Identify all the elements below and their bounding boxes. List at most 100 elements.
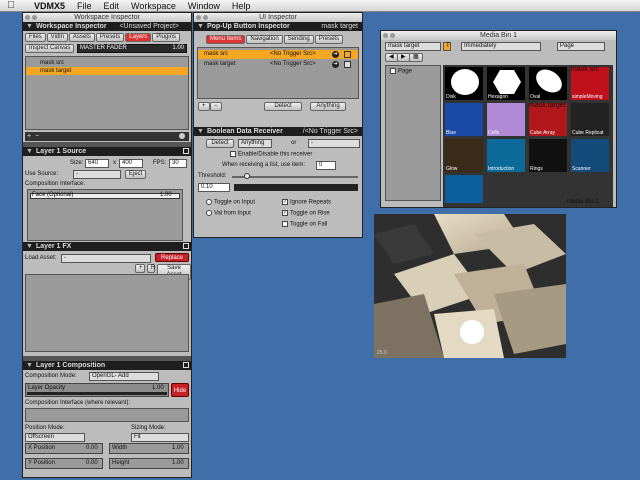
gear-icon[interactable] [179, 133, 185, 139]
height-field[interactable]: 400 [119, 159, 143, 168]
width-slider[interactable]: Width 1.00 [109, 443, 189, 454]
collapse-arrow-icon[interactable]: ▼ [26, 362, 33, 369]
enable-receiver-checkbox[interactable]: Enable/Disable this receiver [230, 151, 312, 159]
detect-button[interactable]: Detect [206, 139, 234, 148]
anything-select[interactable]: Anything [310, 102, 346, 111]
replace-button[interactable]: Replace [155, 253, 189, 262]
minimize-icon[interactable] [390, 33, 395, 38]
window-detach-icon[interactable] [183, 243, 189, 249]
height-slider[interactable]: Height 1.00 [109, 458, 189, 469]
collapse-arrow-icon[interactable]: ▼ [197, 128, 204, 135]
checkbox-icon[interactable] [344, 51, 351, 58]
composition-interface-label: Composition Interface (where relevant): [25, 400, 131, 406]
threshold-field[interactable]: 0.10 [198, 183, 230, 192]
reset-fx-icon[interactable]: R [147, 264, 155, 273]
tab-files[interactable]: Files [25, 33, 46, 42]
remove-item-icon[interactable]: − [210, 102, 222, 111]
tab-layers[interactable]: Layers [125, 33, 152, 42]
media-thumbnail[interactable]: Cube Replicat [570, 102, 610, 137]
menu-edit[interactable]: Edit [104, 1, 120, 11]
menu-workspace[interactable]: Workspace [131, 1, 176, 11]
menu-app[interactable]: VDMX5 [34, 1, 65, 11]
ignore-repeats-checkbox[interactable]: ✓ Ignore Repeats [282, 199, 331, 207]
media-thumbnail[interactable]: Disk [444, 66, 484, 101]
media-thumbnail[interactable]: Introduction [486, 138, 526, 173]
layer-opacity-slider[interactable]: Layer Opacity 1.00 [25, 383, 169, 397]
add-layer-icon[interactable]: + [27, 132, 31, 141]
val-from-input-radio[interactable]: Val from Input [206, 210, 251, 218]
minimize-icon[interactable] [203, 15, 208, 20]
media-thumbnail[interactable]: Glow [444, 138, 484, 173]
composition-mode-select[interactable]: OpenGL- Add [89, 372, 159, 381]
fps-field[interactable]: 30 [169, 159, 187, 168]
media-thumbnail[interactable]: Rings [528, 138, 568, 173]
toggle-on-fall-checkbox[interactable]: Toggle on Fall [282, 221, 327, 229]
table-row[interactable]: mask target <No Trigger Src> ➔ [198, 60, 358, 69]
add-item-icon[interactable]: + [198, 102, 210, 111]
load-asset-select[interactable]: - [61, 254, 151, 263]
media-bin-target-select[interactable]: mask target [385, 42, 441, 51]
media-thumbnail[interactable]: Oval [528, 66, 568, 101]
eject-button[interactable]: Eject [125, 170, 147, 179]
media-thumbnail[interactable]: Blue [444, 102, 484, 137]
menu-file[interactable]: File [77, 1, 92, 11]
collapse-arrow-icon[interactable]: ▼ [26, 243, 33, 250]
tab-navigation[interactable]: Navigation [246, 35, 283, 44]
arrow-right-icon[interactable]: ▶ [397, 53, 410, 62]
table-row[interactable]: mask src <No Trigger Src> ➔ [198, 50, 358, 59]
grid-icon[interactable]: ▦ [409, 53, 423, 62]
collapse-arrow-icon[interactable]: ▼ [26, 148, 33, 155]
width-field[interactable]: 640 [85, 159, 109, 168]
media-thumbnail[interactable]: Hexagon [486, 66, 526, 101]
threshold-slider[interactable] [232, 173, 358, 179]
detect-button[interactable]: Detect [264, 102, 302, 111]
master-fader-slider[interactable]: MASTER FADER 1.00 [77, 44, 187, 53]
arrow-right-icon[interactable]: ➔ [332, 61, 339, 68]
hide-button[interactable]: Hide [171, 383, 189, 397]
inspect-canvas-button[interactable]: Inspect Canvas [25, 44, 75, 53]
source-select[interactable]: - [308, 139, 360, 148]
menu-window[interactable]: Window [188, 1, 220, 11]
checkbox-icon[interactable] [344, 61, 351, 68]
toggle-on-input-radio[interactable]: Toggle on Input [206, 199, 255, 207]
trigger-mode-select[interactable]: Immediately [461, 42, 541, 51]
apple-icon[interactable]:  [0, 0, 22, 11]
window-detach-icon[interactable] [183, 148, 189, 154]
sizing-mode-select[interactable]: Fit [131, 433, 189, 442]
toggle-on-rise-checkbox[interactable]: ✓ Toggle on Rise [282, 210, 330, 218]
arrow-right-icon[interactable]: ➔ [332, 51, 339, 58]
tab-plugins[interactable]: Plugins [152, 33, 180, 42]
tab-presets[interactable]: Presets [314, 35, 344, 44]
remove-layer-icon[interactable]: − [35, 132, 39, 141]
use-source-select[interactable]: - [73, 170, 121, 179]
trigger-icon[interactable]: T [443, 42, 451, 51]
anything-select[interactable]: Anything [238, 139, 272, 148]
media-thumbnail[interactable]: Scanner [570, 138, 610, 173]
minimize-icon[interactable] [32, 15, 37, 20]
threshold-knob[interactable] [244, 173, 250, 179]
media-thumbnail[interactable]: Cells [486, 102, 526, 137]
tab-sending[interactable]: Sending [283, 35, 314, 44]
y-position-slider[interactable]: Y Position 0.00 [25, 458, 103, 469]
close-icon[interactable] [196, 15, 201, 20]
close-icon[interactable] [383, 33, 388, 38]
page-list-item[interactable]: Page [390, 68, 412, 76]
tab-menu-items[interactable]: Menu Items [206, 35, 246, 44]
tab-vidln[interactable]: Vidln [46, 33, 68, 42]
tab-assets[interactable]: Assets [68, 33, 95, 42]
position-mode-select[interactable]: Offscreen [25, 433, 85, 442]
media-thumbnail[interactable] [444, 174, 484, 204]
page-select[interactable]: Page [557, 42, 605, 51]
add-fx-icon[interactable]: + [135, 264, 145, 273]
x-position-slider[interactable]: X Position 0.00 [25, 443, 103, 454]
collapse-arrow-icon[interactable]: ▼ [26, 23, 33, 30]
tab-presets[interactable]: Presets [95, 33, 125, 42]
list-item[interactable]: mask target [26, 67, 188, 75]
close-icon[interactable] [25, 15, 30, 20]
menu-help[interactable]: Help [232, 1, 251, 11]
collapse-arrow-icon[interactable]: ▼ [197, 23, 204, 30]
arrow-left-icon[interactable]: ◀ [385, 53, 398, 62]
list-item-field[interactable]: 0 [316, 161, 336, 170]
window-detach-icon[interactable] [183, 362, 189, 368]
list-item[interactable]: mask src [26, 59, 188, 67]
